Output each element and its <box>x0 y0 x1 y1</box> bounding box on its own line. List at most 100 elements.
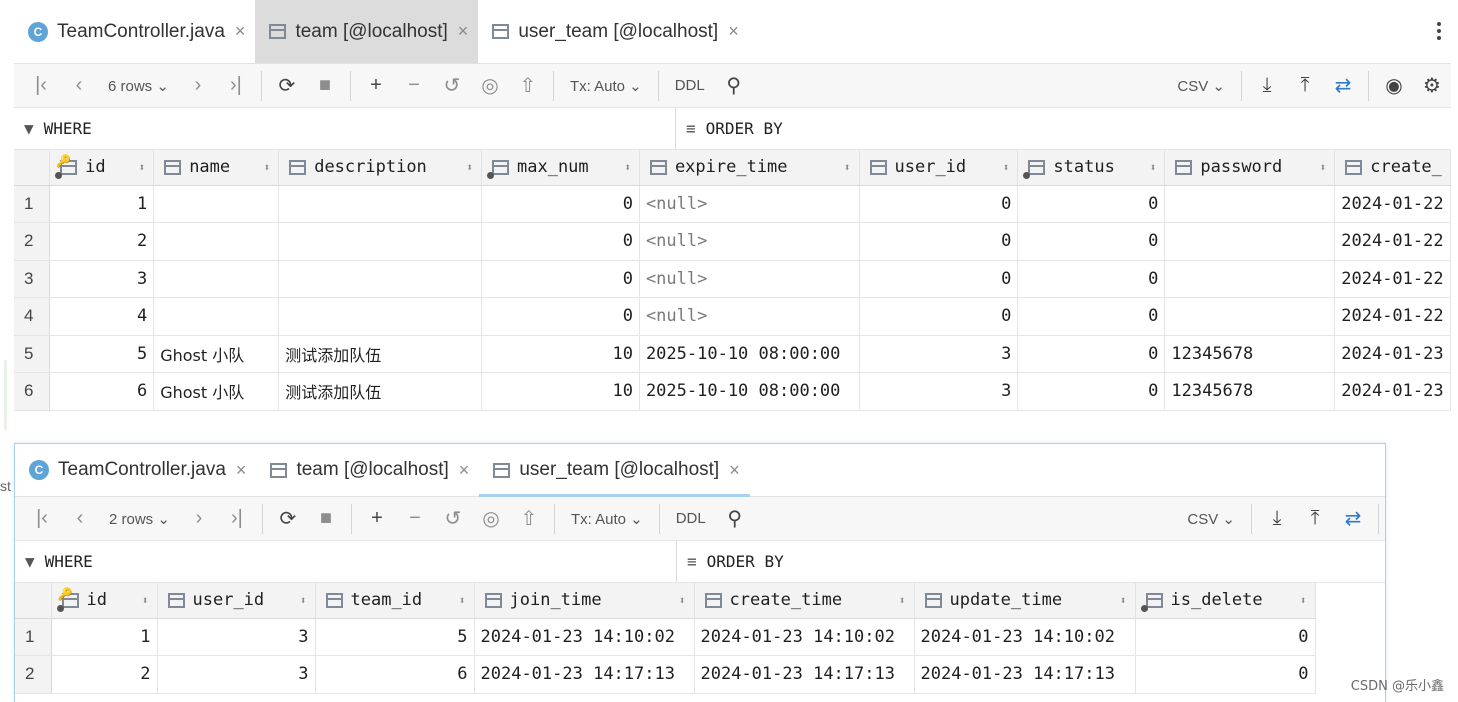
stop-icon[interactable]: ■ <box>311 504 341 534</box>
column-header[interactable]: max_num ⬍ <box>481 150 640 186</box>
cell-name[interactable] <box>153 185 280 223</box>
column-header[interactable]: team_id ⬍ <box>315 583 475 619</box>
close-icon[interactable]: × <box>235 21 246 42</box>
cell-password[interactable] <box>1164 260 1336 298</box>
sort-icon[interactable]: ⬍ <box>264 161 271 174</box>
cell-max-num[interactable]: 10 <box>481 372 640 411</box>
table-row[interactable]: 6 6 Ghost 小队 测试添加队伍 10 2025-10-10 08:00:… <box>14 372 1451 411</box>
cell-description[interactable] <box>278 185 482 223</box>
column-header[interactable]: id⬍ <box>51 583 158 619</box>
cell-description[interactable] <box>278 297 482 336</box>
where-filter[interactable]: ▼ WHERE <box>15 541 677 582</box>
sort-icon[interactable]: ⬍ <box>300 594 307 607</box>
cell-user-id[interactable]: 3 <box>859 372 1019 411</box>
tx-mode-dropdown[interactable]: Tx: Auto ⌄ <box>571 510 643 528</box>
sort-icon[interactable]: ⬍ <box>844 161 851 174</box>
order-by-filter[interactable]: ≡ ORDER BY <box>677 541 784 582</box>
sort-icon[interactable]: ⬍ <box>679 594 686 607</box>
column-header[interactable]: update_time ⬍ <box>914 583 1136 619</box>
column-header[interactable]: create_time ⬍ <box>694 583 915 619</box>
csv-dropdown[interactable]: CSV ⌄ <box>1177 77 1225 95</box>
ddl-button[interactable]: DDL <box>675 77 705 94</box>
column-header[interactable]: user_id ⬍ <box>859 150 1019 186</box>
cell-status[interactable]: 0 <box>1017 335 1166 373</box>
cell-user-id[interactable]: 0 <box>859 297 1019 336</box>
cell-id[interactable]: 1 <box>51 618 158 656</box>
tab-team[interactable]: team [@localhost] × <box>255 0 479 63</box>
close-icon[interactable]: × <box>459 460 470 481</box>
prev-page-icon[interactable]: ‹ <box>65 504 95 534</box>
close-icon[interactable]: × <box>729 460 740 481</box>
cell-join-time[interactable]: 2024-01-23 14:10:02 <box>474 618 695 656</box>
refresh-icon[interactable]: ⟳ <box>273 504 303 534</box>
cell-id[interactable]: 4 <box>49 297 155 336</box>
prev-page-icon[interactable]: ‹ <box>64 71 94 101</box>
cell-join-time[interactable]: 2024-01-23 14:17:13 <box>474 655 695 694</box>
compare-icon[interactable]: ⇄ <box>1338 504 1368 534</box>
column-header[interactable]: name ⬍ <box>153 150 280 186</box>
cell-id[interactable]: 1 <box>49 185 155 223</box>
cell-user-id[interactable]: 0 <box>859 222 1019 261</box>
cell-id[interactable]: 2 <box>51 655 158 694</box>
delete-row-icon[interactable]: − <box>399 71 429 101</box>
column-header[interactable]: password ⬍ <box>1164 150 1336 186</box>
close-icon[interactable]: × <box>458 21 469 42</box>
cell-expire-time[interactable]: <null> <box>639 185 860 223</box>
cell-name[interactable]: Ghost 小队 <box>153 372 280 411</box>
cell-max-num[interactable]: 0 <box>481 185 640 223</box>
tab-user-team[interactable]: user_team [@localhost] × <box>478 0 748 63</box>
cell-password[interactable] <box>1164 185 1336 223</box>
cell-user-id[interactable]: 3 <box>859 335 1019 373</box>
sort-icon[interactable]: ⬍ <box>1150 161 1157 174</box>
cell-status[interactable]: 0 <box>1017 260 1166 298</box>
cell-description[interactable] <box>278 222 482 261</box>
table-row[interactable]: 2 2 0 <null> 0 0 2024-01-22 <box>14 222 1451 261</box>
tab-teamcontroller[interactable]: C TeamController.java × <box>14 0 255 63</box>
submit-icon[interactable]: ⇧ <box>513 71 543 101</box>
cell-create-time[interactable]: 2024-01-23 14:10:02 <box>694 618 915 656</box>
where-filter[interactable]: ▼ WHERE <box>14 108 676 149</box>
cell-password[interactable]: 12345678 <box>1164 335 1336 373</box>
cell-create-time[interactable]: 2024-01-22 <box>1334 297 1451 336</box>
cell-create-time[interactable]: 2024-01-22 <box>1334 185 1451 223</box>
cell-is-delete[interactable]: 0 <box>1135 655 1316 694</box>
add-row-icon[interactable]: + <box>362 504 392 534</box>
sort-icon[interactable]: ⬍ <box>1003 161 1010 174</box>
next-page-icon[interactable]: › <box>184 504 214 534</box>
column-header[interactable]: description ⬍ <box>278 150 482 186</box>
table-row[interactable]: 5 5 Ghost 小队 测试添加队伍 10 2025-10-10 08:00:… <box>14 335 1451 373</box>
cell-description[interactable] <box>278 260 482 298</box>
order-by-filter[interactable]: ≡ ORDER BY <box>676 108 783 149</box>
sort-icon[interactable]: ⬍ <box>624 161 631 174</box>
close-icon[interactable]: × <box>236 460 247 481</box>
cell-name[interactable]: Ghost 小队 <box>153 335 280 373</box>
cell-password[interactable]: 12345678 <box>1164 372 1336 411</box>
cell-id[interactable]: 5 <box>49 335 155 373</box>
cell-create-time[interactable]: 2024-01-22 <box>1334 260 1451 298</box>
close-icon[interactable]: × <box>728 21 739 42</box>
stop-icon[interactable]: ■ <box>310 71 340 101</box>
rows-count-dropdown[interactable]: 2 rows ⌄ <box>109 510 170 528</box>
last-page-icon[interactable]: ›| <box>222 504 252 534</box>
cell-status[interactable]: 0 <box>1017 297 1166 336</box>
sort-icon[interactable]: ⬍ <box>459 594 466 607</box>
cell-expire-time[interactable]: <null> <box>639 222 860 261</box>
next-page-icon[interactable]: › <box>183 71 213 101</box>
cell-description[interactable]: 测试添加队伍 <box>278 335 482 373</box>
column-header[interactable]: expire_time ⬍ <box>639 150 860 186</box>
first-page-icon[interactable]: |‹ <box>27 504 57 534</box>
cell-expire-time[interactable]: <null> <box>639 297 860 336</box>
cell-max-num[interactable]: 10 <box>481 335 640 373</box>
tab-teamcontroller[interactable]: C TeamController.java × <box>15 444 256 496</box>
cell-user-id[interactable]: 0 <box>859 185 1019 223</box>
compare-icon[interactable]: ⇄ <box>1328 71 1358 101</box>
column-header[interactable]: id⬍ <box>49 150 155 186</box>
delete-row-icon[interactable]: − <box>400 504 430 534</box>
column-header[interactable]: create_ <box>1334 150 1451 186</box>
sort-icon[interactable]: ⬍ <box>1300 594 1307 607</box>
sort-icon[interactable]: ⬍ <box>1120 594 1127 607</box>
table-row[interactable]: 1 1 3 5 2024-01-23 14:10:02 2024-01-23 1… <box>15 618 1316 656</box>
cell-user-id[interactable]: 3 <box>157 618 316 656</box>
column-header[interactable]: is_delete ⬍ <box>1135 583 1316 619</box>
cell-password[interactable] <box>1164 297 1336 336</box>
